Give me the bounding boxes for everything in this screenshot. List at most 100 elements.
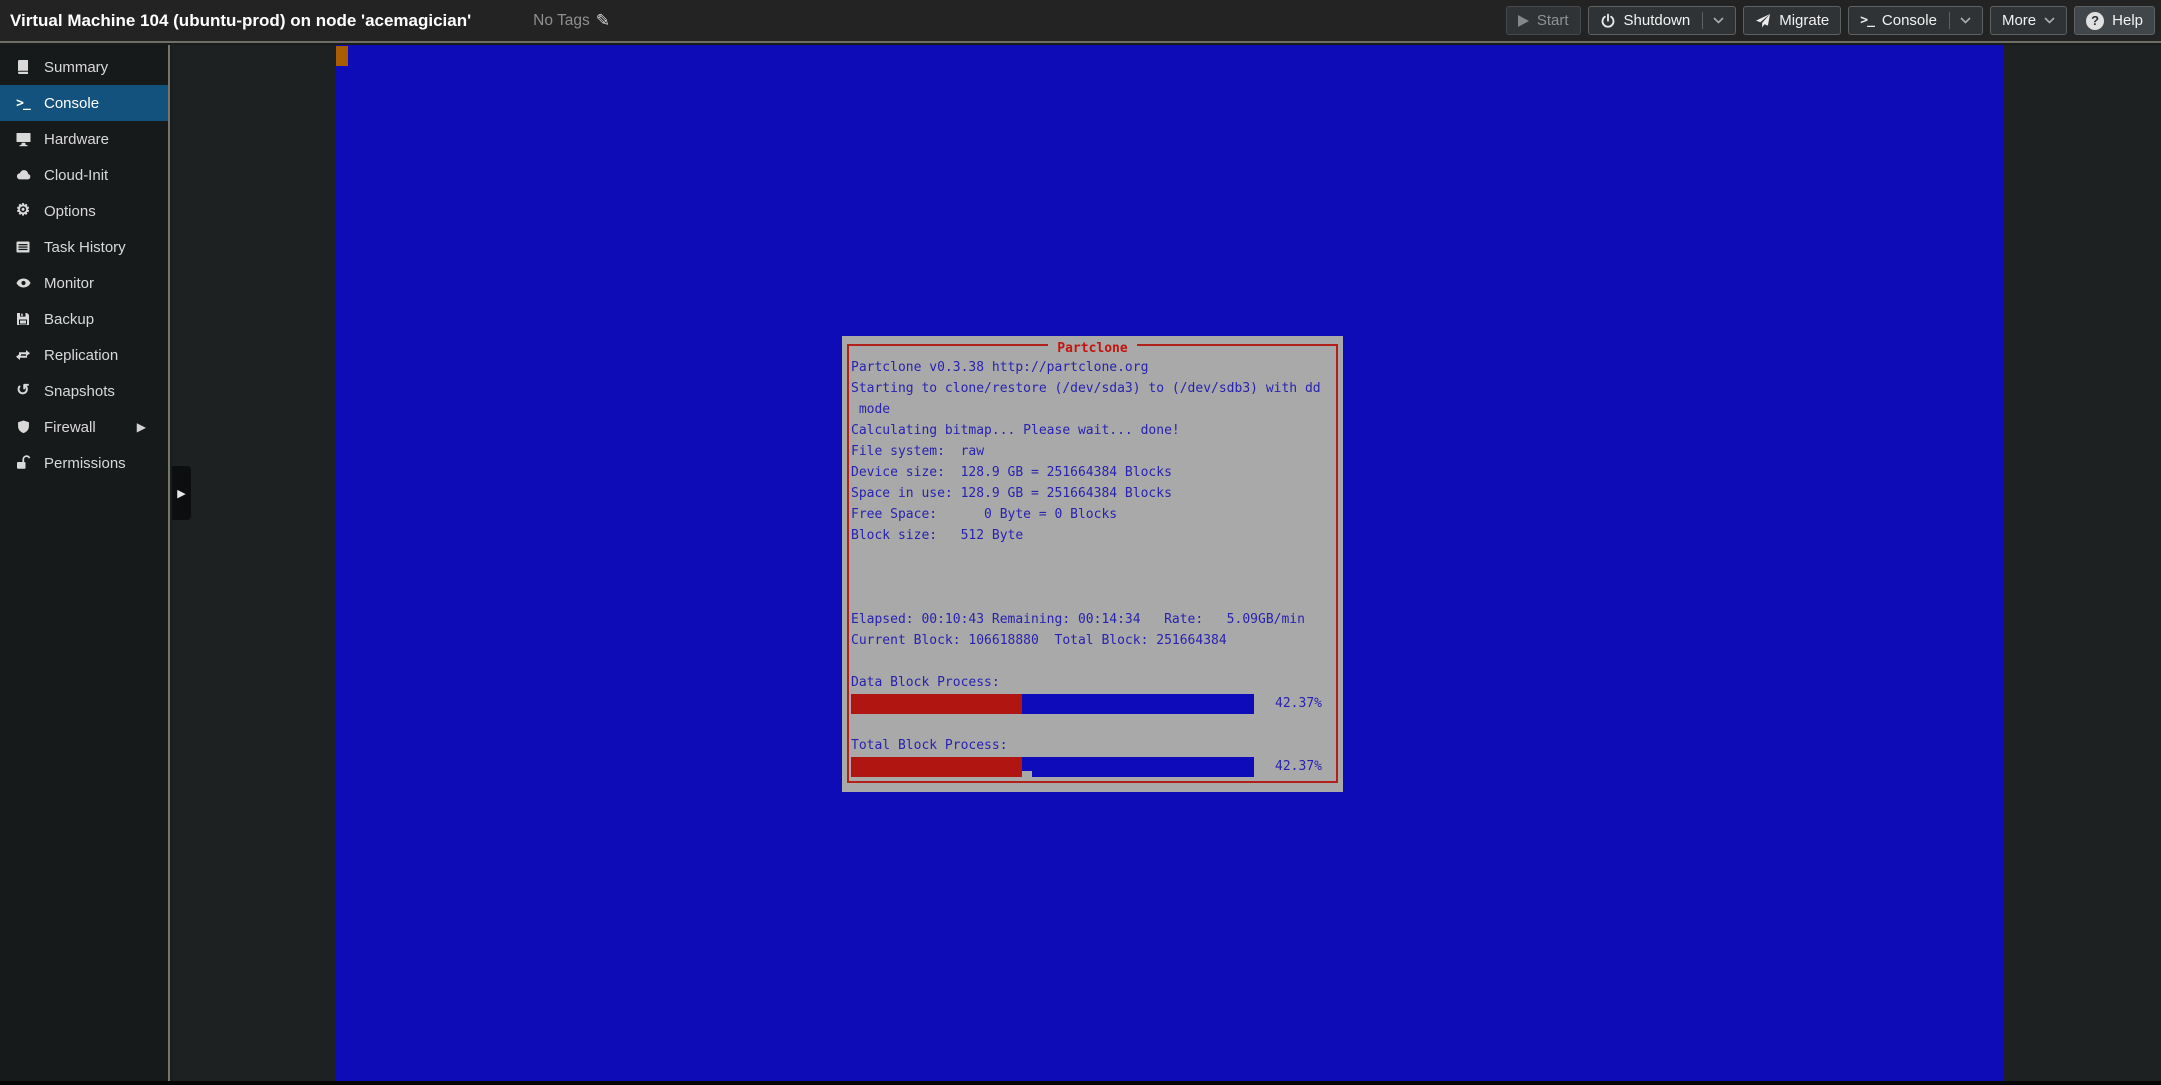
desktop-icon: [13, 131, 33, 147]
shutdown-button[interactable]: Shutdown: [1588, 6, 1737, 35]
partclone-text-line: Free Space: 0 Byte = 0 Blocks: [851, 504, 1334, 525]
sidebar-expander-button[interactable]: ▶: [172, 466, 191, 520]
console-button-label: Console: [1882, 12, 1937, 29]
list-icon: [13, 239, 33, 255]
gear-icon: ⚙: [13, 203, 33, 219]
sidebar-item-backup[interactable]: Backup: [0, 301, 168, 337]
partclone-dialog-title: Partclone: [842, 337, 1343, 359]
shield-icon: [13, 419, 33, 435]
chevron-down-icon[interactable]: [1713, 17, 1724, 24]
button-divider: [1949, 12, 1950, 29]
sidebar-item-hardware[interactable]: Hardware: [0, 121, 168, 157]
partclone-text-line: Starting to clone/restore (/dev/sda3) to…: [851, 378, 1334, 399]
header-bar: Virtual Machine 104 (ubuntu-prod) on nod…: [0, 0, 2161, 43]
sidebar-item-label: Summary: [44, 59, 108, 76]
terminal-icon: >_: [1860, 13, 1874, 28]
tags-area: No Tags ✎: [533, 12, 610, 30]
progress-cursor-block: [1022, 771, 1032, 777]
console-button[interactable]: >_ Console: [1848, 6, 1983, 35]
page-title: Virtual Machine 104 (ubuntu-prod) on nod…: [10, 11, 471, 31]
sidebar-nav: Summary >_ Console Hardware Cloud-Init ⚙…: [0, 45, 170, 1081]
sidebar-item-replication[interactable]: Replication: [0, 337, 168, 373]
data-block-process-label: Data Block Process:: [851, 672, 1334, 693]
floppy-icon: [13, 311, 33, 327]
blank-line: [851, 714, 1334, 735]
chevron-down-icon[interactable]: [1960, 17, 1971, 24]
total-block-process-label: Total Block Process:: [851, 735, 1334, 756]
sidebar-item-permissions[interactable]: Permissions: [0, 445, 168, 481]
sidebar-item-options[interactable]: ⚙ Options: [0, 193, 168, 229]
help-button[interactable]: ? Help: [2074, 6, 2155, 35]
total-block-progress-bar: [851, 757, 1254, 777]
cloud-icon: [13, 167, 33, 183]
start-button[interactable]: Start: [1506, 6, 1581, 35]
sidebar-item-label: Options: [44, 203, 96, 220]
unlock-icon: [13, 455, 33, 471]
repeat-icon: [13, 347, 33, 363]
migrate-button[interactable]: Migrate: [1743, 6, 1841, 35]
chevron-down-icon: [2044, 17, 2055, 24]
edit-tags-pencil-icon[interactable]: ✎: [596, 12, 610, 29]
paper-plane-icon: [1755, 13, 1771, 29]
history-icon: ↺: [13, 383, 33, 399]
partclone-current-block-line: Current Block: 106618880 Total Block: 25…: [851, 630, 1334, 651]
partclone-dialog-body: Partclone v0.3.38 http://partclone.org S…: [851, 357, 1334, 777]
help-button-label: Help: [2112, 12, 2143, 29]
shutdown-button-label: Shutdown: [1624, 12, 1691, 29]
proxmox-vm-view: Virtual Machine 104 (ubuntu-prod) on nod…: [0, 0, 2161, 1085]
sidebar-item-label: Firewall: [44, 419, 96, 436]
blank-line: [851, 651, 1334, 672]
tags-label: No Tags: [533, 12, 590, 30]
migrate-button-label: Migrate: [1779, 12, 1829, 29]
sidebar-item-label: Backup: [44, 311, 94, 328]
partclone-elapsed-line: Elapsed: 00:10:43 Remaining: 00:14:34 Ra…: [851, 609, 1334, 630]
partclone-dialog: Partclone Partclone v0.3.38 http://partc…: [842, 336, 1343, 792]
button-divider: [1702, 12, 1703, 29]
start-button-label: Start: [1537, 12, 1569, 29]
content-area: ▶ Partclone Partclone v0.3.38 http://par…: [172, 45, 2161, 1081]
sidebar-item-task-history[interactable]: Task History: [0, 229, 168, 265]
vnc-console-screen[interactable]: Partclone Partclone v0.3.38 http://partc…: [336, 45, 2003, 1082]
more-button-label: More: [2002, 12, 2036, 29]
data-block-progress-fill: [851, 694, 1022, 714]
data-block-progress-row: 42.37%: [851, 693, 1334, 714]
terminal-cursor-block: [336, 46, 348, 66]
sidebar-item-label: Console: [44, 95, 99, 112]
partclone-text-line: File system: raw: [851, 441, 1334, 462]
submenu-caret-icon: ▶: [137, 420, 146, 434]
terminal-icon: >_: [13, 96, 33, 111]
sidebar-item-label: Monitor: [44, 275, 94, 292]
partclone-text-line: Calculating bitmap... Please wait... don…: [851, 420, 1334, 441]
sidebar-item-summary[interactable]: Summary: [0, 49, 168, 85]
sidebar-item-snapshots[interactable]: ↺ Snapshots: [0, 373, 168, 409]
header-actions: Start Shutdown Migrate >: [1506, 6, 2157, 35]
data-block-percent: 42.37%: [1254, 696, 1334, 711]
sidebar-item-label: Hardware: [44, 131, 109, 148]
play-icon: [1518, 15, 1529, 27]
eye-icon: [13, 275, 33, 291]
sidebar-item-label: Task History: [44, 239, 126, 256]
sidebar-item-label: Replication: [44, 347, 118, 364]
blank-lines: [851, 546, 1334, 609]
partclone-text-line: Device size: 128.9 GB = 251664384 Blocks: [851, 462, 1334, 483]
partclone-text-line: Block size: 512 Byte: [851, 525, 1334, 546]
sidebar-item-firewall[interactable]: Firewall ▶: [0, 409, 168, 445]
data-block-progress-bar: [851, 694, 1254, 714]
more-button[interactable]: More: [1990, 6, 2067, 35]
sidebar-item-label: Cloud-Init: [44, 167, 108, 184]
sidebar-item-monitor[interactable]: Monitor: [0, 265, 168, 301]
book-icon: [13, 59, 33, 75]
question-circle-icon: ?: [2086, 12, 2104, 30]
sidebar-item-label: Snapshots: [44, 383, 115, 400]
total-block-progress-fill: [851, 757, 1022, 777]
total-block-percent: 42.37%: [1254, 759, 1334, 774]
bottom-edge: [0, 1081, 2161, 1085]
sidebar-item-label: Permissions: [44, 455, 126, 472]
partclone-text-line: Partclone v0.3.38 http://partclone.org: [851, 357, 1334, 378]
sidebar-item-console[interactable]: >_ Console: [0, 85, 168, 121]
partclone-text-line: mode: [851, 399, 1334, 420]
total-block-progress-row: 42.37%: [851, 756, 1334, 777]
sidebar-item-cloud-init[interactable]: Cloud-Init: [0, 157, 168, 193]
partclone-text-line: Space in use: 128.9 GB = 251664384 Block…: [851, 483, 1334, 504]
power-icon: [1600, 13, 1616, 29]
